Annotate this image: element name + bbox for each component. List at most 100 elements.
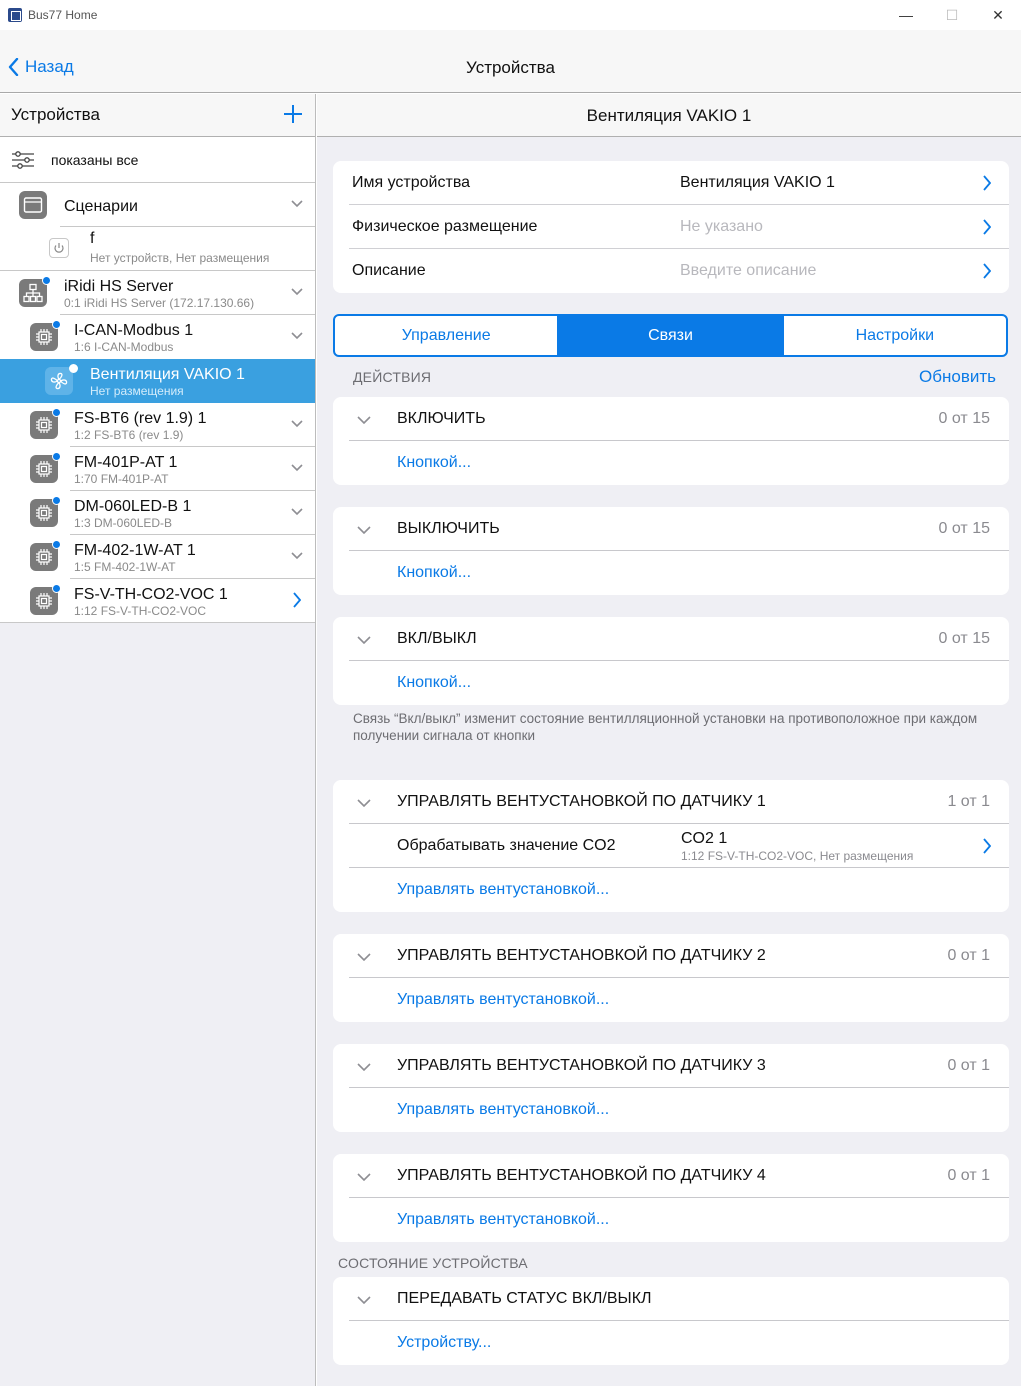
action-name: ВЫКЛЮЧИТЬ — [397, 520, 500, 537]
tab-settings[interactable]: Настройки — [784, 316, 1006, 355]
sidebar-item-fm-402[interactable]: FM-402-1W-AT 1 1:5 FM-402-1W-AT — [0, 535, 315, 579]
prop-row-description[interactable]: Описание Введите описание — [333, 249, 1009, 293]
sidebar-item-ican-modbus[interactable]: I-CAN-Modbus 1 1:6 I-CAN-Modbus — [0, 315, 315, 359]
chevron-down-icon[interactable] — [291, 552, 303, 560]
binding-row[interactable]: Обрабатывать значение CO2 CO2 1 1:12 FS-… — [333, 824, 1009, 868]
status-dot — [52, 452, 61, 461]
sidebar-item-label: Вентиляция VAKIO 1 — [90, 366, 245, 383]
sidebar-item-subtitle: 1:12 FS-V-TH-CO2-VOC — [74, 604, 207, 618]
sidebar-item-f[interactable]: f Нет устройств, Нет размещения — [0, 227, 315, 271]
action-header[interactable]: УПРАВЛЯТЬ ВЕНТУСТАНОВКОЙ ПО ДАТЧИКУ 1 1 … — [333, 780, 1009, 824]
sidebar-item-label: FM-402-1W-AT 1 — [74, 542, 196, 559]
sidebar-header: Устройства — [0, 94, 315, 137]
prop-label: Описание — [352, 262, 426, 279]
action-header[interactable]: ВЫКЛЮЧИТЬ 0 от 15 — [333, 507, 1009, 551]
chevron-right-icon — [983, 838, 991, 854]
chevron-down-icon[interactable] — [291, 420, 303, 428]
close-button[interactable]: ✕ — [975, 0, 1021, 30]
action-header[interactable]: ВКЛ/ВЫКЛ 0 от 15 — [333, 617, 1009, 661]
action-card-toggle: ВКЛ/ВЫКЛ 0 от 15 Кнопкой... — [333, 617, 1009, 705]
prop-row-location[interactable]: Физическое размещение Не указано — [333, 205, 1009, 249]
prop-row-name[interactable]: Имя устройства Вентиляция VAKIO 1 — [333, 161, 1009, 205]
add-link-button[interactable]: Управлять вентустановкой... — [333, 868, 1009, 912]
action-card-on: ВКЛЮЧИТЬ 0 от 15 Кнопкой... — [333, 397, 1009, 485]
action-header[interactable]: УПРАВЛЯТЬ ВЕНТУСТАНОВКОЙ ПО ДАТЧИКУ 4 0 … — [333, 1154, 1009, 1198]
sidebar-item-fs-bt6[interactable]: FS-BT6 (rev 1.9) 1 1:2 FS-BT6 (rev 1.9) — [0, 403, 315, 447]
chevron-down-icon — [357, 1296, 371, 1304]
sidebar-item-label: I-CAN-Modbus 1 — [74, 322, 194, 339]
add-link-button[interactable]: Управлять вентустановкой... — [333, 978, 1009, 1022]
sidebar-item-label: iRidi HS Server — [64, 278, 174, 295]
add-link-button[interactable]: Управлять вентустановкой... — [333, 1198, 1009, 1242]
chevron-down-icon — [357, 1173, 371, 1181]
refresh-button[interactable]: Обновить — [919, 367, 996, 387]
action-header[interactable]: ВКЛЮЧИТЬ 0 от 15 — [333, 397, 1009, 441]
sidebar-item-iridi-server[interactable]: iRidi HS Server 0:1 iRidi HS Server (172… — [0, 271, 315, 315]
action-header[interactable]: УПРАВЛЯТЬ ВЕНТУСТАНОВКОЙ ПО ДАТЧИКУ 3 0 … — [333, 1044, 1009, 1088]
chevron-down-icon[interactable] — [291, 288, 303, 296]
status-dot — [52, 496, 61, 505]
prop-value: Вентиляция VAKIO 1 — [680, 174, 835, 191]
action-count: 0 от 1 — [947, 1167, 990, 1184]
window-controls: — ☐ ✕ — [883, 0, 1021, 30]
device-tree: Сценарии f Нет устройств, Нет размещения… — [0, 183, 315, 623]
sidebar-item-subtitle: 1:6 I-CAN-Modbus — [74, 340, 174, 354]
action-name: ВКЛЮЧИТЬ — [397, 410, 486, 427]
state-card: ПЕРЕДАВАТЬ СТАТУС ВКЛ/ВЫКЛ Устройству... — [333, 1277, 1009, 1365]
sensor-card-3: УПРАВЛЯТЬ ВЕНТУСТАНОВКОЙ ПО ДАТЧИКУ 3 0 … — [333, 1044, 1009, 1132]
sliders-icon — [12, 150, 34, 169]
action-name: ВКЛ/ВЫКЛ — [397, 630, 477, 647]
chevron-down-icon — [357, 416, 371, 424]
action-header[interactable]: ПЕРЕДАВАТЬ СТАТУС ВКЛ/ВЫКЛ — [333, 1277, 1009, 1321]
prop-label: Имя устройства — [352, 174, 471, 191]
chevron-right-icon — [983, 263, 991, 279]
navigation-bar: Назад Устройства — [0, 30, 1021, 93]
add-link-button[interactable]: Кнопкой... — [333, 551, 1009, 595]
toggle-note: Связь “Вкл/выкл” изменит состояние венти… — [353, 711, 978, 743]
sidebar-item-label: FS-BT6 (rev 1.9) 1 — [74, 410, 207, 427]
page-title: Устройства — [466, 58, 555, 77]
action-name: УПРАВЛЯТЬ ВЕНТУСТАНОВКОЙ ПО ДАТЧИКУ 2 — [397, 947, 766, 964]
sidebar-item-label: f — [90, 230, 95, 247]
add-link-button[interactable]: Управлять вентустановкой... — [333, 1088, 1009, 1132]
chevron-down-icon — [357, 799, 371, 807]
binding-label: Обрабатывать значение CO2 — [397, 837, 616, 854]
add-link-button[interactable]: Устройству... — [333, 1321, 1009, 1365]
action-header[interactable]: УПРАВЛЯТЬ ВЕНТУСТАНОВКОЙ ПО ДАТЧИКУ 2 0 … — [333, 934, 1009, 978]
sidebar-item-vakio[interactable]: Вентиляция VAKIO 1 Нет размещения — [0, 359, 315, 403]
action-name: УПРАВЛЯТЬ ВЕНТУСТАНОВКОЙ ПО ДАТЧИКУ 1 — [397, 793, 766, 810]
sidebar-item-subtitle: Нет размещения — [90, 384, 184, 398]
sidebar-title: Устройства — [11, 105, 100, 124]
chevron-right-icon — [983, 219, 991, 235]
filter-row[interactable]: показаны все — [0, 137, 315, 183]
add-link-button[interactable]: Кнопкой... — [333, 441, 1009, 485]
action-count: 0 от 1 — [947, 1057, 990, 1074]
maximize-button[interactable]: ☐ — [929, 0, 975, 30]
sidebar-item-fs-v-th-co2[interactable]: FS-V-TH-CO2-VOC 1 1:12 FS-V-TH-CO2-VOC — [0, 579, 315, 623]
tab-control[interactable]: Управление — [335, 316, 560, 355]
sidebar-item-subtitle: 1:3 DM-060LED-B — [74, 516, 173, 530]
chevron-down-icon — [357, 953, 371, 961]
add-link-button[interactable]: Кнопкой... — [333, 661, 1009, 705]
action-count: 0 от 1 — [947, 947, 990, 964]
prop-label: Физическое размещение — [352, 218, 538, 235]
sidebar-item-scenarios[interactable]: Сценарии — [0, 183, 315, 227]
chevron-down-icon[interactable] — [291, 464, 303, 472]
chevron-down-icon[interactable] — [291, 200, 303, 208]
device-properties-card: Имя устройства Вентиляция VAKIO 1 Физиче… — [333, 161, 1009, 293]
tab-links[interactable]: Связи — [559, 316, 784, 355]
app-logo-icon — [8, 8, 22, 22]
plus-icon[interactable] — [283, 104, 303, 124]
chevron-down-icon — [357, 1063, 371, 1071]
chevron-right-icon[interactable] — [293, 592, 301, 608]
action-count: 0 от 15 — [938, 410, 990, 427]
sidebar-item-label: FS-V-TH-CO2-VOC 1 — [74, 586, 228, 603]
action-count: 1 от 1 — [947, 793, 990, 810]
chevron-down-icon[interactable] — [291, 508, 303, 516]
sidebar-item-subtitle: 0:1 iRidi HS Server (172.17.130.66) — [64, 296, 255, 310]
sidebar-item-fm-401p[interactable]: FM-401P-AT 1 1:70 FM-401P-AT — [0, 447, 315, 491]
chevron-down-icon[interactable] — [291, 332, 303, 340]
sidebar-item-dm-060led[interactable]: DM-060LED-B 1 1:3 DM-060LED-B — [0, 491, 315, 535]
minimize-button[interactable]: — — [883, 0, 929, 30]
prop-value: Введите описание — [680, 262, 817, 279]
